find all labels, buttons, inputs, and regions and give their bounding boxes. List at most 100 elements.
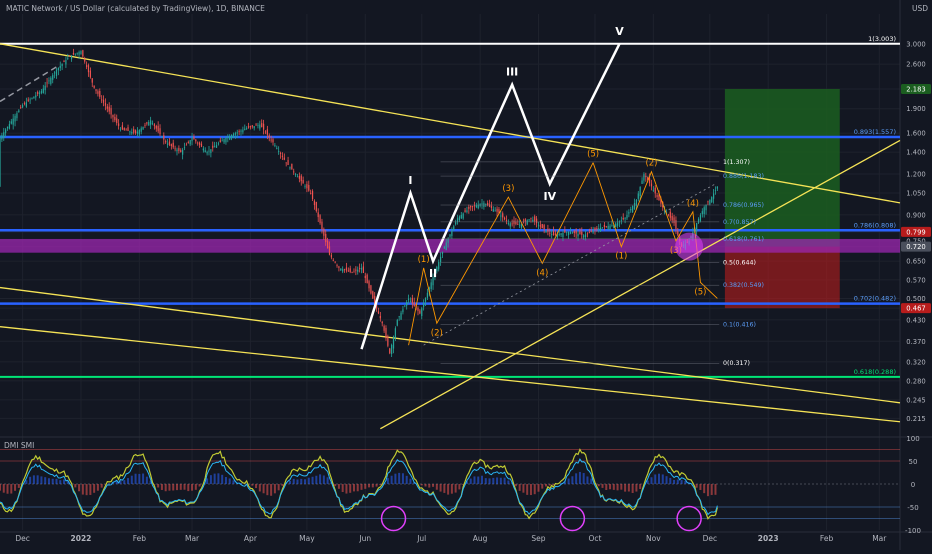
candle-body [110,108,111,114]
candle-body [212,146,213,148]
price-chart[interactable]: 1(3.003)0.893(1.557)0.786(0.808)0.702(0.… [0,0,932,550]
indicator-histogram-bar [372,484,374,487]
candle-body [65,60,66,64]
candle-body [408,298,409,300]
price-axis-tick[interactable]: 1.600 [906,130,925,138]
time-axis-tick[interactable]: Feb [133,534,147,543]
indicator-histogram-bar [537,484,539,492]
candle-body [350,268,351,272]
candle-body [88,65,89,72]
price-axis-tick[interactable]: 3.000 [906,40,925,48]
price-axis-tick[interactable]: 0.500 [906,295,925,303]
indicator-histogram-bar [251,484,253,486]
candle-body [218,143,219,144]
candle-body [502,213,503,217]
candle-body [387,336,388,345]
indicator-histogram-bar [500,478,502,484]
price-axis-tick[interactable]: 2.600 [906,61,925,69]
fib-level-label: 0.1(0.416) [723,322,756,329]
indicator-histogram-bar [624,484,626,492]
indicator-histogram-bar [398,473,400,484]
time-axis-tick[interactable]: 2022 [71,534,92,543]
indicator-histogram-bar [549,484,551,486]
price-axis-tick[interactable]: 0.370 [906,338,925,346]
candle-body [14,116,15,121]
price-axis-tick[interactable]: 0.900 [906,211,925,219]
indicator-histogram-bar [568,479,570,484]
indicator-histogram-bar [63,479,65,484]
candle-body [335,262,336,263]
time-axis-tick[interactable]: Oct [588,534,601,543]
indicator-histogram-bar [334,484,336,486]
indicator-histogram-bar [376,484,378,487]
indicator-histogram-bar [492,478,494,484]
candle-body [171,144,172,146]
candle-body [227,137,228,138]
candle-body [237,132,238,133]
candle-body [280,153,281,154]
price-axis-tick[interactable]: 0.430 [906,316,925,324]
candle-body [378,311,379,313]
candle-body [449,234,450,236]
candle-body [120,129,121,130]
indicator-histogram-bar [278,484,280,490]
price-axis-tick[interactable]: 1.200 [906,171,925,179]
indicator-histogram-bar [470,479,472,484]
time-axis-tick[interactable]: Dec [15,534,30,543]
stop-zone[interactable] [725,247,840,309]
time-axis-tick[interactable]: Aug [473,534,488,543]
candle-body [451,230,452,236]
candle-body [321,222,322,230]
price-axis-tick[interactable]: 1.050 [906,190,925,198]
price-axis-tick[interactable]: 1.900 [906,105,925,113]
time-axis-tick[interactable]: Sep [531,534,545,543]
price-axis-tick[interactable]: 0.570 [906,276,925,284]
candle-body [336,265,337,266]
time-axis-tick[interactable]: Jun [358,534,371,543]
time-axis-tick[interactable]: Dec [703,534,718,543]
candle-body [530,218,531,219]
candle-body [239,131,240,132]
candle-body [551,234,552,235]
price-axis-tick[interactable]: 0.650 [906,258,925,266]
candle-body [351,272,352,273]
time-axis-tick[interactable]: Apr [244,534,258,543]
candle-body [13,119,14,125]
candle-body [417,308,418,311]
candle-body [107,106,108,108]
time-axis-tick[interactable]: 2023 [758,534,779,543]
indicator-histogram-bar [131,476,133,484]
indicator-histogram-bar [458,484,460,489]
time-axis-tick[interactable]: Jul [416,534,426,543]
candle-body [592,231,593,233]
candle-body [308,185,309,191]
price-axis-tick[interactable]: 0.245 [906,396,925,404]
price-axis-tick[interactable]: 0.320 [906,358,925,366]
fib-level-label: 0.5(0.644) [723,260,756,267]
candle-body [385,328,386,338]
candle-body [184,147,185,148]
candle-body [272,139,273,142]
candle-body [542,224,543,228]
candle-body [549,233,550,234]
time-axis-tick[interactable]: Nov [646,534,661,543]
candle-body [421,308,422,316]
candle-body [314,201,315,205]
time-axis-tick[interactable]: Feb [820,534,834,543]
time-axis-tick[interactable]: Mar [872,534,887,543]
time-axis-tick[interactable]: Mar [185,534,200,543]
candle-body [163,135,164,139]
price-axis-tick[interactable]: 0.280 [906,377,925,385]
candle-body [399,316,400,317]
price-axis-tick[interactable]: 1.400 [906,149,925,157]
support-zone [0,239,900,253]
candle-body [137,132,138,134]
candle-body [547,229,548,232]
candle-body [670,212,671,218]
candle-body [570,232,571,233]
price-axis-tick[interactable]: 0.215 [906,415,925,423]
candle-body [448,238,449,242]
candle-body [589,232,590,233]
time-axis-tick[interactable]: May [299,534,315,543]
indicator-histogram-bar [666,476,668,484]
